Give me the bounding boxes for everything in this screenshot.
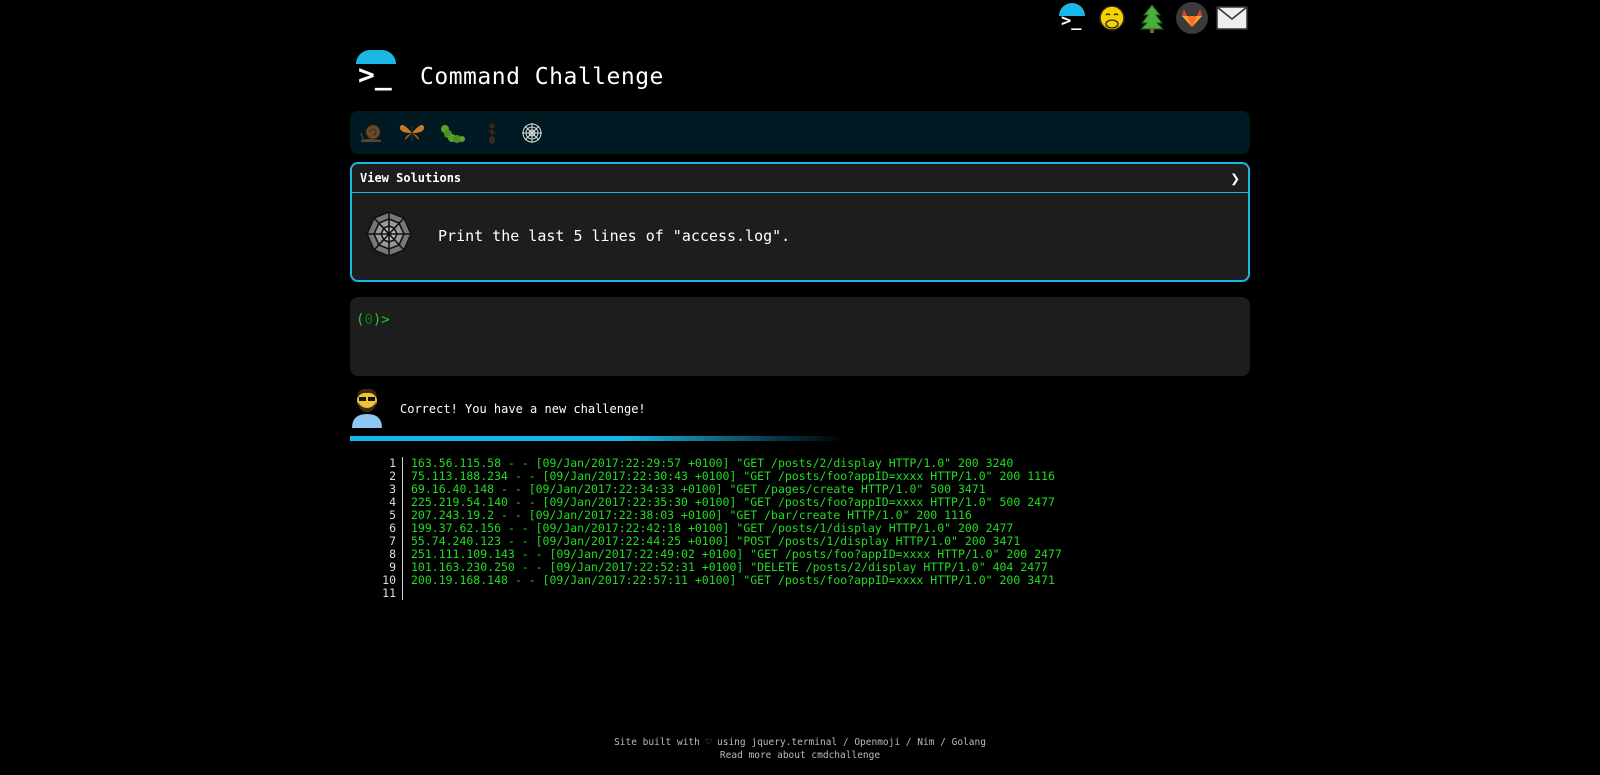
read-more-link[interactable]: Read more about cmdchallenge bbox=[720, 750, 880, 761]
ant-icon[interactable] bbox=[478, 119, 506, 147]
challenge-category-bar bbox=[350, 111, 1250, 154]
terminal-prompt[interactable]: (0)> bbox=[356, 312, 1244, 328]
terminal-input-area[interactable]: (0)> bbox=[350, 297, 1250, 376]
butterfly-icon[interactable] bbox=[398, 119, 426, 147]
prompt-count: 0 bbox=[364, 312, 373, 328]
line-number: 2 bbox=[360, 470, 403, 483]
feedback-row: Correct! You have a new challenge! bbox=[350, 386, 646, 432]
caterpillar-icon[interactable] bbox=[438, 119, 466, 147]
page-header: >_ Command Challenge bbox=[350, 48, 664, 94]
view-solutions-toggle[interactable]: View Solutions ❯ bbox=[352, 164, 1248, 193]
golang-link[interactable]: Golang bbox=[952, 737, 986, 748]
face-with-hand-over-mouth-icon[interactable] bbox=[1096, 2, 1128, 34]
openmoji-link[interactable]: Openmoji bbox=[854, 737, 900, 748]
jquery-terminal-link[interactable]: jquery.terminal bbox=[751, 737, 837, 748]
page-title: Command Challenge bbox=[420, 64, 664, 90]
line-text: 200.19.168.148 - - [09/Jan/2017:22:57:11… bbox=[411, 573, 1055, 587]
command-output: 1 163.56.115.58 - - [09/Jan/2017:22:29:57… bbox=[360, 457, 1062, 600]
line-number: 1 bbox=[360, 457, 403, 470]
footer-separator: / bbox=[837, 737, 855, 748]
challenge-panel: View Solutions ❯ Print the last 5 lines … bbox=[350, 162, 1250, 282]
line-number: 5 bbox=[360, 509, 403, 522]
top-icon-bar: >_ bbox=[1056, 2, 1248, 34]
feedback-message: Correct! You have a new challenge! bbox=[400, 402, 646, 416]
challenge-description: Print the last 5 lines of "access.log". bbox=[438, 227, 791, 245]
evergreen-tree-icon[interactable] bbox=[1136, 2, 1168, 34]
output-line: 10 200.19.168.148 - - [09/Jan/2017:22:57:… bbox=[360, 574, 1062, 587]
line-text bbox=[403, 587, 411, 600]
progress-bar bbox=[350, 436, 1250, 441]
chevron-right-icon[interactable]: ❯ bbox=[1230, 169, 1240, 188]
footer-built-prefix: Site built with ♡ using bbox=[614, 737, 752, 748]
line-number: 8 bbox=[360, 548, 403, 561]
footer: Site built with ♡ using jquery.terminal … bbox=[0, 736, 1600, 762]
line-number: 3 bbox=[360, 483, 403, 496]
view-solutions-label: View Solutions bbox=[360, 171, 462, 185]
prompt-close: )> bbox=[372, 312, 390, 328]
footer-credits: Site built with ♡ using jquery.terminal … bbox=[0, 736, 1600, 749]
progress-fill bbox=[350, 436, 845, 441]
nim-link[interactable]: Nim bbox=[917, 737, 934, 748]
footer-separator: / bbox=[934, 737, 952, 748]
logo[interactable]: >_ bbox=[350, 48, 398, 94]
output-line: 11 bbox=[360, 587, 1062, 600]
line-number: 4 bbox=[360, 496, 403, 509]
line-number: 11 bbox=[360, 587, 403, 600]
challenge-body: Print the last 5 lines of "access.log". bbox=[352, 193, 1248, 279]
envelope-icon[interactable] bbox=[1216, 2, 1248, 34]
line-number: 6 bbox=[360, 522, 403, 535]
spider-web-icon bbox=[364, 209, 414, 263]
man-bearded-avatar-icon bbox=[350, 386, 384, 432]
terminal-icon[interactable]: >_ bbox=[1056, 2, 1088, 34]
spider-web-icon[interactable] bbox=[518, 119, 546, 147]
gitlab-icon[interactable] bbox=[1176, 2, 1208, 34]
line-number: 7 bbox=[360, 535, 403, 548]
snail-icon[interactable] bbox=[358, 119, 386, 147]
footer-separator: / bbox=[900, 737, 918, 748]
